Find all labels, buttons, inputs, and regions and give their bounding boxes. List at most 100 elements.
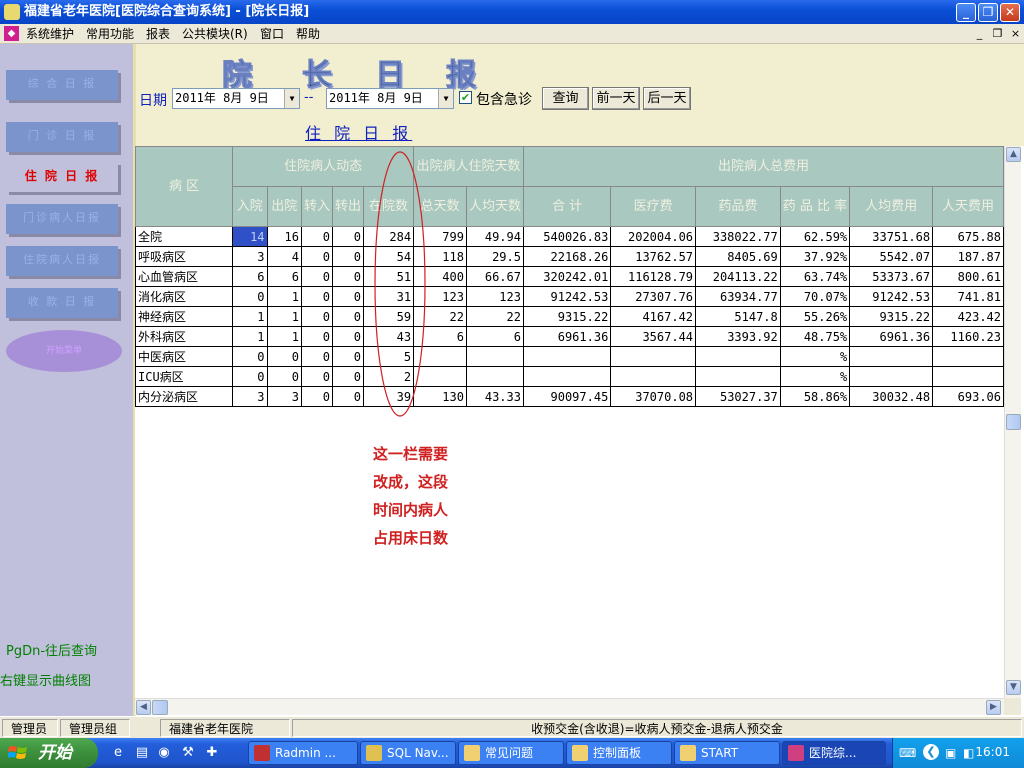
data-cell[interactable]: 6 [266,266,303,287]
data-cell[interactable]: 202004.06 [610,226,697,247]
data-cell[interactable]: 0 [300,266,334,287]
task-control-panel[interactable]: 控制面板 [566,741,672,765]
data-cell[interactable]: 0 [300,386,334,407]
data-cell[interactable]: 320242.01 [522,266,612,287]
data-cell[interactable] [522,346,612,367]
task-faq-folder[interactable]: 常见问题 [458,741,564,765]
ward-name-cell[interactable]: 心血管病区 [135,266,234,287]
data-cell[interactable] [522,366,612,387]
tool-icon[interactable]: ⚒ [180,745,196,761]
data-cell[interactable]: 0 [332,346,365,367]
data-cell[interactable]: 6 [465,326,524,347]
column-header[interactable]: 出院 [266,186,303,227]
data-cell[interactable]: % [779,346,851,367]
data-cell[interactable] [932,366,1004,387]
data-cell[interactable] [465,346,524,367]
data-cell[interactable]: 0 [232,286,268,307]
data-cell[interactable]: 63.74% [779,266,851,287]
data-cell[interactable]: 540026.83 [522,226,612,247]
data-cell[interactable]: 29.5 [465,246,524,267]
menu-public-modules[interactable]: 公共模块(R) [182,24,248,44]
volume-icon[interactable]: ◧ [963,746,974,760]
data-cell[interactable]: 5542.07 [849,246,934,267]
ward-name-cell[interactable]: 呼吸病区 [135,246,234,267]
mdi-minimize-button[interactable]: _ [972,27,987,41]
menu-system-maintenance[interactable]: 系统维护 [26,24,74,44]
data-cell[interactable]: 1 [232,306,268,327]
column-header[interactable]: 人均天数 [465,186,524,227]
data-cell[interactable]: 0 [332,266,365,287]
ward-name-cell[interactable]: 消化病区 [135,286,234,307]
data-cell[interactable]: 4167.42 [610,306,697,327]
data-cell[interactable]: 58.86% [779,386,851,407]
data-cell[interactable]: 4 [266,246,303,267]
column-header[interactable]: 人天费用 [932,186,1004,227]
data-cell[interactable]: 62.59% [779,226,851,247]
scroll-up-icon[interactable]: ▲ [1006,147,1021,162]
data-cell[interactable]: 14 [232,226,268,247]
data-cell[interactable]: 6 [232,266,268,287]
data-cell[interactable]: 741.81 [932,286,1004,307]
data-cell[interactable] [932,346,1004,367]
data-cell[interactable]: 0 [300,226,334,247]
task-hospital-app[interactable]: 医院综... [782,741,886,765]
data-cell[interactable]: 0 [300,246,334,267]
column-header[interactable]: 转入 [300,186,334,227]
column-header[interactable]: 药 品 比 率 [779,186,851,227]
notepad-icon[interactable]: ▤ [134,745,150,761]
data-cell[interactable]: 1 [266,306,303,327]
close-button[interactable]: ✕ [1000,3,1020,22]
data-cell[interactable]: 3 [232,246,268,267]
data-cell[interactable] [849,346,934,367]
table-row[interactable]: 外科病区 1 1 0 0 43 6 6 6961.36 3567.44 3393.92 48.75% 6… [135,326,1004,347]
data-cell[interactable]: 70.07% [779,286,851,307]
data-cell[interactable]: 0 [300,326,334,347]
data-cell[interactable]: 22168.26 [522,246,612,267]
data-cell[interactable]: % [779,366,851,387]
data-cell[interactable]: 0 [300,286,334,307]
data-cell[interactable]: 37.92% [779,246,851,267]
data-cell[interactable]: 0 [232,366,268,387]
column-header[interactable]: 药品费 [695,186,781,227]
date-to-picker[interactable]: 2011年 8月 9日 ▼ [326,88,454,109]
data-cell[interactable]: 187.87 [932,246,1004,267]
data-cell[interactable]: 0 [300,346,334,367]
data-cell[interactable]: 63934.77 [695,286,781,307]
table-row[interactable]: 神经病区 1 1 0 0 59 22 22 9315.22 4167.42 5147.8 55.26%… [135,306,1004,327]
scroll-left-icon[interactable]: ◀ [136,700,151,715]
include-emergency-checkbox[interactable]: ✔ [459,91,472,104]
query-button[interactable]: 查询 [542,87,589,110]
data-cell[interactable]: 0 [332,246,365,267]
ward-name-cell[interactable]: 神经病区 [135,306,234,327]
data-cell[interactable] [610,366,697,387]
data-cell[interactable]: 55.26% [779,306,851,327]
data-cell[interactable]: 37070.08 [610,386,697,407]
table-row[interactable]: 中医病区 0 0 0 0 5% [135,346,1004,367]
data-cell[interactable]: 204113.22 [695,266,781,287]
data-cell[interactable]: 3393.92 [695,326,781,347]
data-cell[interactable] [465,366,524,387]
ward-name-cell[interactable]: ICU病区 [135,366,234,387]
prev-day-button[interactable]: 前一天 [592,87,640,110]
scroll-right-icon[interactable]: ▶ [986,700,1001,715]
data-cell[interactable]: 675.88 [932,226,1004,247]
data-cell[interactable]: 800.61 [932,266,1004,287]
menu-common-functions[interactable]: 常用功能 [86,24,134,44]
data-cell[interactable]: 91242.53 [522,286,612,307]
start-button[interactable]: 开始 [0,738,98,768]
data-cell[interactable] [610,346,697,367]
nav-inpatient-patient-daily[interactable]: 住院病人日报 [6,246,118,276]
data-cell[interactable] [695,366,781,387]
data-cell[interactable]: 16 [266,226,303,247]
data-cell[interactable]: 9315.22 [849,306,934,327]
vertical-scrollbar[interactable]: ▲ ▼ [1004,146,1021,698]
data-cell[interactable]: 0 [332,326,365,347]
data-cell[interactable]: 66.67 [465,266,524,287]
column-header[interactable]: 入院 [232,186,268,227]
data-cell[interactable]: 123 [465,286,524,307]
scroll-down-icon[interactable]: ▼ [1006,680,1021,695]
menu-help[interactable]: 帮助 [296,24,320,44]
table-row[interactable]: 内分泌病区 3 3 0 0 39 130 43.33 90097.45 37070.08 53027… [135,386,1004,407]
data-cell[interactable]: 0 [332,366,365,387]
task-radmin[interactable]: Radmin ... [248,741,358,765]
